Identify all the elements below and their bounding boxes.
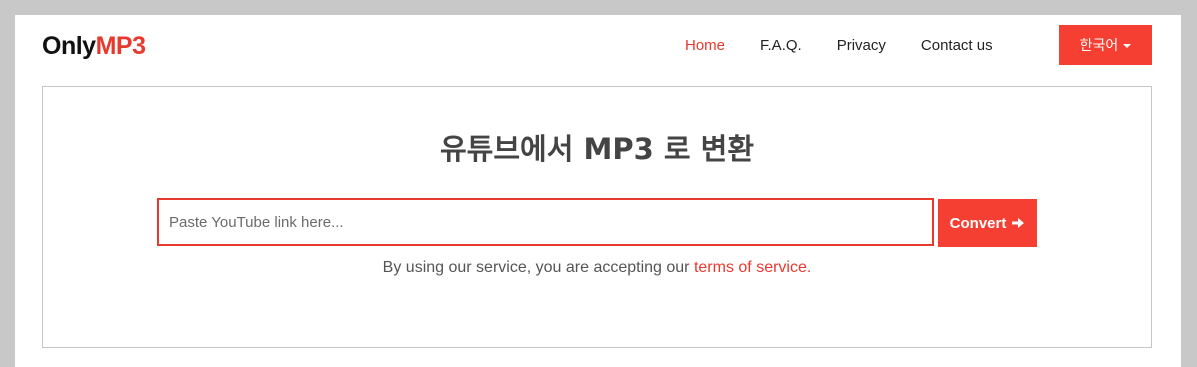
logo-prefix: Only [42,32,96,60]
nav-links: Home F.A.Q. Privacy Contact us [685,33,1028,57]
arrow-right-icon [1012,218,1025,228]
page-title: 유튜브에서 MP3 로 변환 [439,132,755,166]
language-label: 한국어 [1079,38,1119,54]
logo[interactable]: OnlyMP3 [42,31,146,61]
nav-link-home[interactable]: Home [685,37,725,54]
navbar: OnlyMP3 Home F.A.Q. Privacy Contact us 한… [15,15,1181,77]
youtube-link-input[interactable] [157,198,934,246]
convert-button[interactable]: Convert [938,199,1037,247]
converter-card: 유튜브에서 MP3 로 변환 Convert By using our serv… [42,86,1152,348]
nav-link-faq[interactable]: F.A.Q. [760,37,802,54]
terms-text: By using our service, you are accepting … [382,259,694,276]
logo-suffix: MP3 [95,32,146,60]
language-dropdown-button[interactable]: 한국어 [1059,25,1152,65]
terms-notice: By using our service, you are accepting … [43,258,1151,278]
convert-label: Convert [949,214,1007,232]
page: OnlyMP3 Home F.A.Q. Privacy Contact us 한… [15,15,1181,367]
terms-of-service-link[interactable]: terms of service. [694,259,811,276]
nav-link-privacy[interactable]: Privacy [837,37,886,54]
caret-down-icon [1123,44,1132,48]
nav-link-contact[interactable]: Contact us [921,37,993,54]
